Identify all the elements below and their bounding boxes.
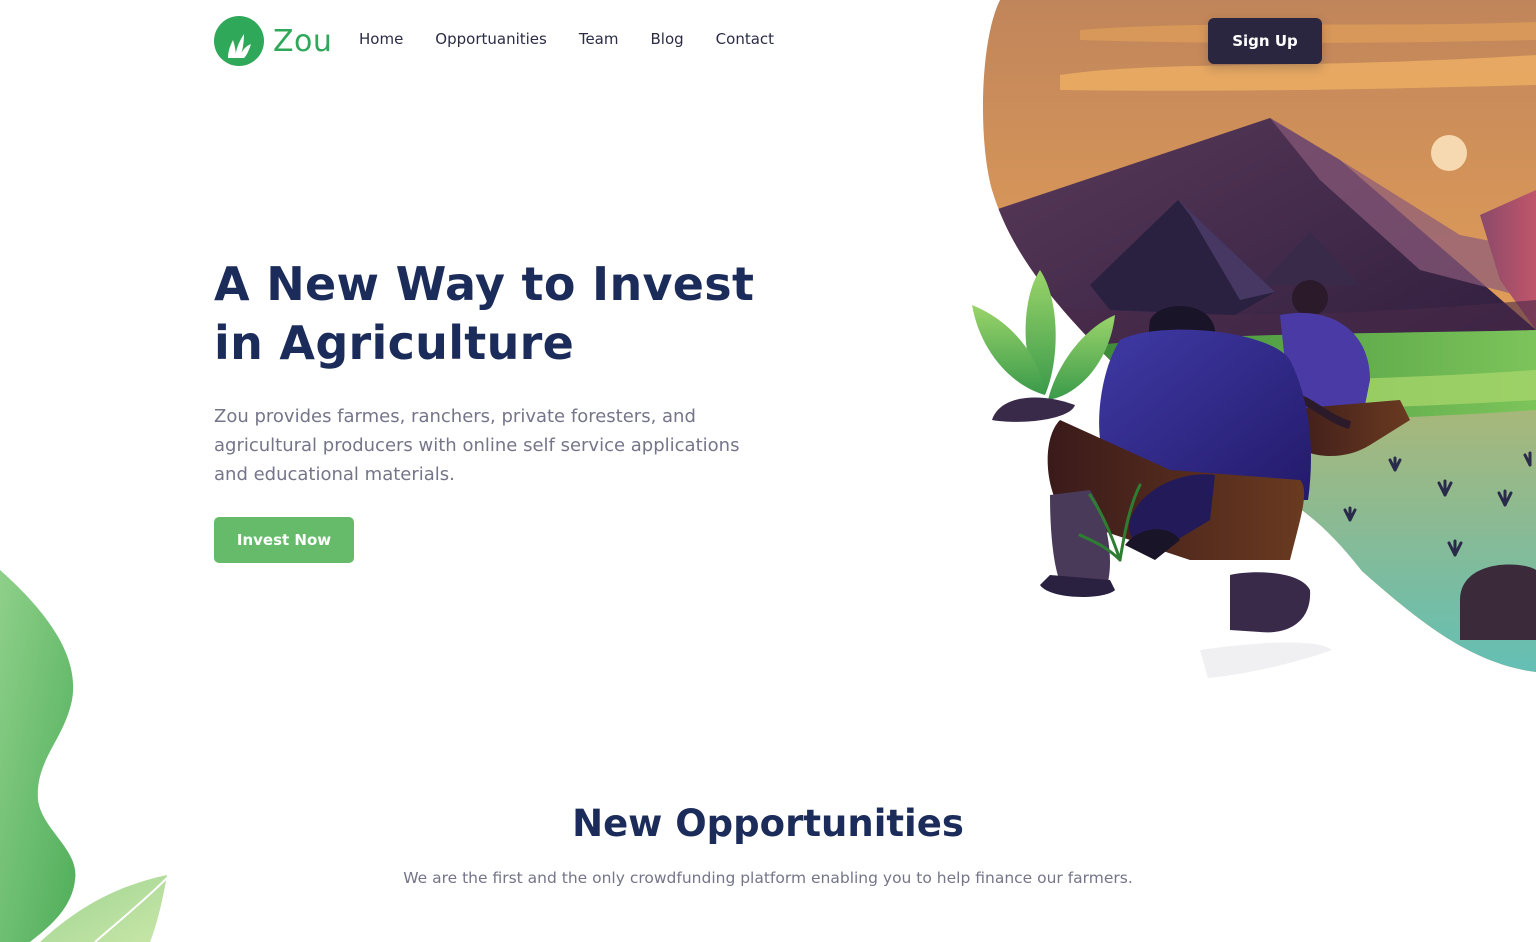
hero-title-line-1: A New Way to Invest <box>214 257 755 311</box>
sign-up-button[interactable]: Sign Up <box>1208 18 1322 64</box>
nav-link-blog[interactable]: Blog <box>651 30 684 48</box>
nav-link-team[interactable]: Team <box>579 30 619 48</box>
hero-title-line-2: in Agriculture <box>214 316 575 370</box>
invest-now-button[interactable]: Invest Now <box>214 517 354 563</box>
hero-title: A New Way to Invest in Agriculture <box>214 255 774 373</box>
nav-link-home[interactable]: Home <box>359 30 403 48</box>
brand-name: Zou <box>273 23 333 59</box>
hero-illustration <box>972 0 1536 700</box>
nav-link-opportunities[interactable]: Opportuanities <box>435 30 547 48</box>
section-title: New Opportunities <box>572 802 964 845</box>
hero-description: Zou provides farmes, ranchers, private f… <box>214 406 740 485</box>
brand-logo[interactable]: Zou <box>214 16 332 66</box>
section-subtitle: We are the first and the only crowdfundi… <box>403 869 1133 887</box>
nav-menu: Home Opportuanities Team Blog Contact <box>359 30 774 49</box>
nav-link-contact[interactable]: Contact <box>716 30 774 48</box>
leaf-logo-icon <box>214 16 264 66</box>
navbar: Zou Home Opportuanities Team Blog Contac… <box>0 0 1536 82</box>
